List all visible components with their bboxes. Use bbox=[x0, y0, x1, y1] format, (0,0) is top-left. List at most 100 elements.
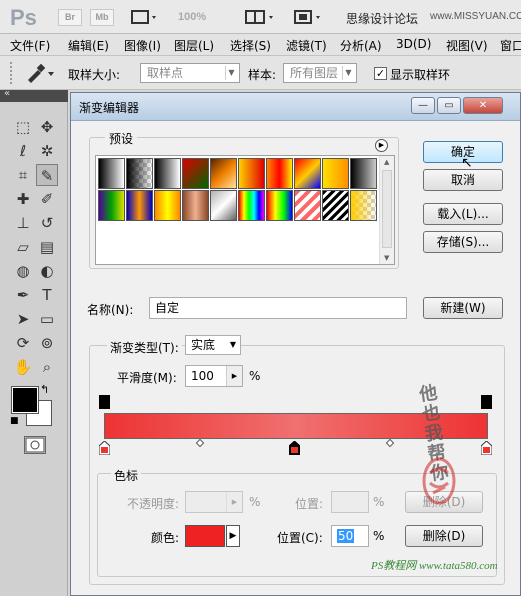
menu-file[interactable]: 文件(F) bbox=[10, 37, 50, 54]
type-icon[interactable]: T bbox=[36, 284, 58, 306]
maximize-icon[interactable]: ▭ bbox=[437, 97, 461, 114]
minimize-icon[interactable]: — bbox=[411, 97, 435, 114]
bridge-button[interactable]: Br bbox=[58, 9, 82, 26]
zoom-level[interactable]: 100% bbox=[178, 11, 206, 23]
3d-orbit-icon[interactable]: ⊚ bbox=[36, 332, 58, 354]
gradient-preset-swatch[interactable] bbox=[210, 190, 237, 221]
eyedropper-icon[interactable]: ✎ bbox=[36, 164, 58, 186]
brush-icon[interactable]: ✐ bbox=[36, 188, 58, 210]
scroll-up-icon[interactable]: ▲ bbox=[384, 158, 389, 166]
name-input[interactable]: 自定 bbox=[149, 297, 407, 319]
show-ring-checkbox[interactable]: ✓ bbox=[374, 67, 387, 80]
presets-menu-icon[interactable]: ▶ bbox=[375, 139, 388, 152]
gradient-preset-swatch[interactable] bbox=[98, 158, 125, 189]
arrange-documents-icon[interactable] bbox=[244, 9, 278, 26]
mini-bridge-button[interactable]: Mb bbox=[90, 9, 114, 26]
magic-wand-icon[interactable]: ✲ bbox=[36, 140, 58, 162]
scroll-thumb[interactable] bbox=[382, 170, 392, 248]
blur-icon[interactable]: ◍ bbox=[12, 260, 34, 282]
view-extras-icon[interactable] bbox=[130, 9, 160, 26]
menu-window[interactable]: 窗口 bbox=[500, 37, 521, 54]
gradient-preset-swatch[interactable] bbox=[350, 190, 377, 221]
opacity-stop-left[interactable] bbox=[99, 395, 110, 409]
dialog-titlebar[interactable]: 渐变编辑器 — ▭ ✕ bbox=[71, 93, 520, 121]
gradient-preset-swatch[interactable] bbox=[210, 158, 237, 189]
stop-color-swatch[interactable] bbox=[185, 525, 225, 547]
collapse-icon[interactable]: « bbox=[4, 88, 10, 99]
options-grip[interactable] bbox=[10, 62, 24, 84]
menu-edit[interactable]: 编辑(E) bbox=[68, 37, 109, 54]
color-stop-left[interactable] bbox=[98, 440, 111, 456]
menu-view[interactable]: 视图(V) bbox=[446, 37, 488, 54]
sample-dropdown[interactable]: 所有图层 ▼ bbox=[283, 63, 357, 83]
dodge-icon[interactable]: ◐ bbox=[36, 260, 58, 282]
load-button[interactable]: 载入(L)... bbox=[423, 203, 503, 225]
smoothness-input[interactable]: 100 ▶ bbox=[185, 365, 243, 387]
dialog-title: 渐变编辑器 bbox=[79, 101, 140, 115]
color-stop-right[interactable] bbox=[480, 440, 493, 456]
gradient-preset-swatch[interactable] bbox=[126, 158, 153, 189]
menu-image[interactable]: 图像(I) bbox=[124, 37, 161, 54]
shape-icon[interactable]: ▭ bbox=[36, 308, 58, 330]
3d-rotate-icon[interactable]: ⟳ bbox=[12, 332, 34, 354]
gradient-type-value: 实底 bbox=[191, 338, 216, 352]
move-icon[interactable]: ✥ bbox=[36, 116, 58, 138]
gradient-preset-swatch[interactable] bbox=[266, 190, 293, 221]
crop-icon[interactable]: ⌗ bbox=[12, 164, 34, 186]
cancel-button[interactable]: 取消 bbox=[423, 169, 503, 191]
scroll-down-icon[interactable]: ▼ bbox=[384, 254, 389, 262]
gradient-icon[interactable]: ▤ bbox=[36, 236, 58, 258]
opacity-stop-right[interactable] bbox=[481, 395, 492, 409]
gradient-preset-swatch[interactable] bbox=[322, 158, 349, 189]
gradient-preset-swatch[interactable] bbox=[182, 158, 209, 189]
path-select-icon[interactable]: ➤ bbox=[12, 308, 34, 330]
gradient-preset-swatch[interactable] bbox=[266, 158, 293, 189]
close-icon[interactable]: ✕ bbox=[463, 97, 503, 114]
gradient-preset-swatch[interactable] bbox=[238, 158, 265, 189]
opacity-position-percent: % bbox=[373, 495, 385, 509]
gradient-preset-swatch[interactable] bbox=[126, 190, 153, 221]
position-percent: % bbox=[373, 529, 385, 543]
eyedropper-preset-icon[interactable] bbox=[24, 62, 56, 84]
smoothness-stepper-icon[interactable]: ▶ bbox=[226, 366, 242, 386]
menu-layer[interactable]: 图层(L) bbox=[174, 37, 214, 54]
menu-filter[interactable]: 滤镜(T) bbox=[286, 37, 327, 54]
gradient-preset-swatch[interactable] bbox=[294, 190, 321, 221]
save-button[interactable]: 存储(S)... bbox=[423, 231, 503, 253]
gradient-preset-swatch[interactable] bbox=[182, 190, 209, 221]
color-stop-middle-selected[interactable] bbox=[288, 440, 301, 456]
color-menu-arrow-icon[interactable]: ▶ bbox=[226, 525, 240, 547]
stamp-icon[interactable]: ⊥ bbox=[12, 212, 34, 234]
hand-icon[interactable]: ✋ bbox=[12, 356, 34, 378]
marquee-icon[interactable]: ⬚ bbox=[12, 116, 34, 138]
pen-icon[interactable]: ✒ bbox=[12, 284, 34, 306]
swap-colors-icon[interactable]: ↰ bbox=[40, 383, 49, 396]
default-colors-icon[interactable]: ■ bbox=[10, 416, 19, 426]
screen-mode-icon[interactable] bbox=[292, 9, 326, 26]
menu-3d[interactable]: 3D(D) bbox=[396, 37, 431, 51]
chevron-down-icon: ▼ bbox=[225, 66, 237, 80]
toolbox-header[interactable]: « bbox=[0, 88, 68, 102]
eraser-icon[interactable]: ▱ bbox=[12, 236, 34, 258]
lasso-icon[interactable]: ℓ bbox=[12, 140, 34, 162]
gradient-preset-swatch[interactable] bbox=[238, 190, 265, 221]
zoom-icon[interactable]: ⌕ bbox=[36, 356, 58, 378]
gradient-preset-swatch[interactable] bbox=[322, 190, 349, 221]
gradient-type-dropdown[interactable]: 实底 ▼ bbox=[185, 335, 241, 355]
quick-mask-button[interactable] bbox=[24, 436, 46, 454]
position-input[interactable]: 50 bbox=[331, 525, 369, 547]
gradient-preset-swatch[interactable] bbox=[350, 158, 377, 189]
gradient-preset-swatch[interactable] bbox=[294, 158, 321, 189]
presets-scrollbar[interactable]: ▲ ▼ bbox=[379, 156, 394, 264]
gradient-preset-swatch[interactable] bbox=[98, 190, 125, 221]
menu-select[interactable]: 选择(S) bbox=[230, 37, 271, 54]
sample-size-dropdown[interactable]: 取样点 ▼ bbox=[140, 63, 240, 83]
new-button[interactable]: 新建(W) bbox=[423, 297, 503, 319]
gradient-preset-swatch[interactable] bbox=[154, 158, 181, 189]
delete-color-stop-button[interactable]: 删除(D) bbox=[405, 525, 483, 547]
gradient-preset-swatch[interactable] bbox=[154, 190, 181, 221]
history-brush-icon[interactable]: ↺ bbox=[36, 212, 58, 234]
foreground-color-swatch[interactable] bbox=[11, 386, 39, 414]
menu-analysis[interactable]: 分析(A) bbox=[340, 37, 382, 54]
healing-icon[interactable]: ✚ bbox=[12, 188, 34, 210]
